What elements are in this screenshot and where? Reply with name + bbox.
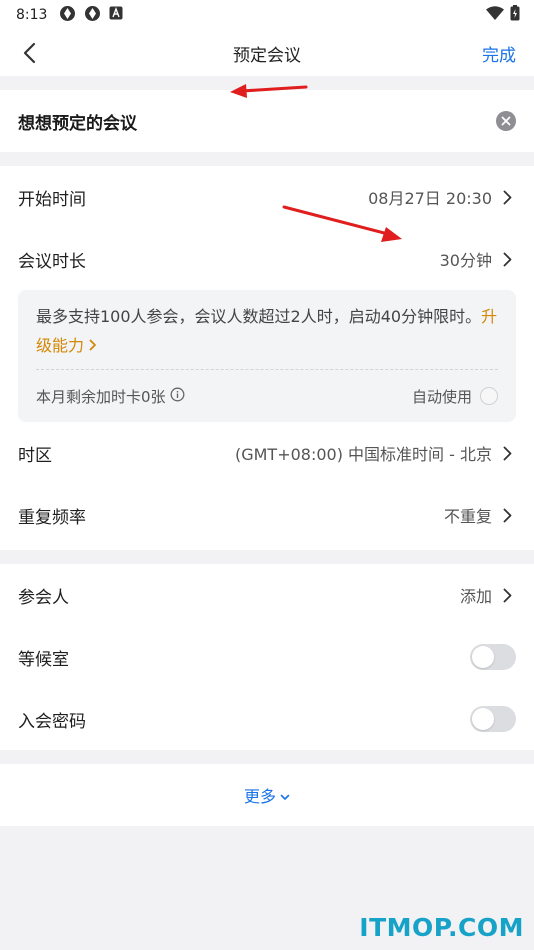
chevron-right-icon <box>498 506 516 524</box>
attendees-label: 参会人 <box>18 587 69 608</box>
auto-use-radio[interactable] <box>480 387 498 405</box>
back-arrow-icon[interactable] <box>14 38 44 68</box>
timezone-row[interactable]: 时区 (GMT+08:00) 中国标准时间 - 北京 <box>0 422 534 484</box>
waiting-room-label: 等候室 <box>18 649 69 670</box>
wifi-icon <box>486 6 504 24</box>
clear-icon[interactable] <box>496 111 516 131</box>
app-notification-icon <box>109 6 123 24</box>
extension-card-row: 本月剩余加时卡0张 自动使用 <box>36 370 498 422</box>
toggle-knob <box>472 646 494 668</box>
timezone-label: 时区 <box>18 445 52 466</box>
meeting-settings-card: 开始时间 08月27日 20:30 会议时长 30分钟 最多支持100人参会，会… <box>0 166 534 550</box>
start-time-label: 开始时间 <box>18 189 86 210</box>
attendees-value: 添加 <box>459 587 492 606</box>
more-label: 更多 <box>243 787 276 806</box>
password-row: 入会密码 <box>0 688 534 750</box>
attendees-row[interactable]: 参会人 添加 <box>0 564 534 626</box>
waiting-room-row: 等候室 <box>0 626 534 688</box>
page-title: 预定会议 <box>233 45 301 66</box>
password-toggle[interactable] <box>470 706 516 732</box>
repeat-label: 重复频率 <box>18 507 86 528</box>
participants-card: 参会人 添加 等候室 入会密码 <box>0 564 534 750</box>
chevron-right-icon <box>89 339 97 351</box>
battery-icon <box>510 5 520 25</box>
status-time: 8:13 <box>16 7 48 23</box>
password-label: 入会密码 <box>18 711 86 732</box>
repeat-value: 不重复 <box>443 507 492 526</box>
duration-value: 30分钟 <box>439 251 492 270</box>
chevron-right-icon <box>498 444 516 462</box>
meeting-subject-field[interactable]: 想想预定的会议 <box>0 90 534 152</box>
waiting-room-toggle[interactable] <box>470 644 516 670</box>
nav-bar: 预定会议 完成 <box>0 30 534 76</box>
duration-limit-info: 最多支持100人参会，会议人数超过2人时，启动40分钟限时。升级能力 本月剩余加… <box>18 290 516 422</box>
status-bar: 8:13 <box>0 0 534 30</box>
duration-label: 会议时长 <box>18 251 86 272</box>
start-time-row[interactable]: 开始时间 08月27日 20:30 <box>0 166 534 228</box>
toggle-knob <box>472 708 494 730</box>
chevron-down-icon <box>280 786 290 805</box>
app-notification-icon <box>84 5 101 26</box>
repeat-row[interactable]: 重复频率 不重复 <box>0 484 534 546</box>
info-icon[interactable] <box>170 387 185 406</box>
start-time-value: 08月27日 20:30 <box>368 189 492 208</box>
done-button[interactable]: 完成 <box>482 41 516 66</box>
auto-use-option[interactable]: 自动使用 <box>412 386 498 407</box>
duration-limit-text: 最多支持100人参会，会议人数超过2人时，启动40分钟限时。升级能力 <box>36 307 498 355</box>
chevron-right-icon <box>498 250 516 268</box>
auto-use-label: 自动使用 <box>411 387 472 406</box>
timezone-value: (GMT+08:00) 中国标准时间 - 北京 <box>234 445 492 464</box>
watermark: ITMOP.COM <box>359 913 524 942</box>
chevron-right-icon <box>498 188 516 206</box>
meeting-subject-text[interactable]: 想想预定的会议 <box>18 109 496 134</box>
chevron-right-icon <box>498 586 516 604</box>
more-button[interactable]: 更多 <box>0 764 534 826</box>
app-notification-icon <box>59 5 76 26</box>
duration-row[interactable]: 会议时长 30分钟 <box>0 228 534 290</box>
remaining-cards-label: 本月剩余加时卡0张 <box>36 387 166 406</box>
